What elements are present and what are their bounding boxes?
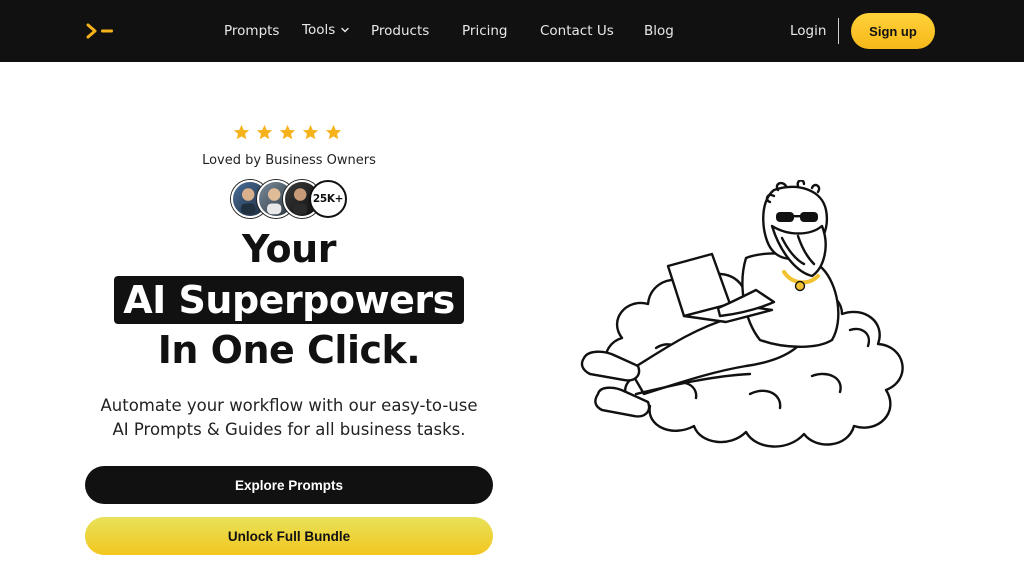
headline-line-1: Your bbox=[242, 227, 336, 271]
headline-highlight: AI Superpowers bbox=[114, 276, 464, 324]
star-icon bbox=[279, 124, 296, 140]
headline-line-2: AI Superpowers bbox=[0, 276, 578, 324]
login-link[interactable]: Login bbox=[790, 22, 826, 40]
rating-stars bbox=[233, 124, 342, 141]
nav-link-prompts[interactable]: Prompts bbox=[224, 22, 279, 40]
user-count-badge: 25K+ bbox=[309, 180, 347, 218]
subheadline-line-2: AI Prompts & Guides for all business tas… bbox=[112, 420, 466, 439]
star-icon bbox=[233, 124, 250, 140]
explore-prompts-button[interactable]: Explore Prompts bbox=[85, 466, 493, 504]
subheadline-line-1: Automate your workflow with our easy-to-… bbox=[100, 396, 478, 415]
top-nav: Prompts Tools Products Pricing Contact U… bbox=[0, 0, 1024, 62]
chevron-down-icon bbox=[341, 27, 349, 33]
nav-divider bbox=[838, 18, 839, 44]
loved-by-text: Loved by Business Owners bbox=[202, 153, 376, 168]
headline-line-3: In One Click. bbox=[157, 328, 421, 372]
star-icon bbox=[302, 124, 319, 140]
star-icon bbox=[256, 124, 273, 140]
nav-link-blog[interactable]: Blog bbox=[644, 22, 674, 40]
unlock-bundle-button[interactable]: Unlock Full Bundle bbox=[85, 517, 493, 555]
star-icon bbox=[325, 124, 342, 140]
nav-link-products[interactable]: Products bbox=[371, 22, 429, 40]
avatar-stack: 25K+ bbox=[231, 180, 351, 218]
signup-button[interactable]: Sign up bbox=[851, 13, 935, 49]
logo-icon[interactable] bbox=[86, 22, 116, 40]
nav-link-tools[interactable]: Tools bbox=[302, 21, 349, 39]
hero-illustration bbox=[580, 180, 904, 448]
nav-link-contact[interactable]: Contact Us bbox=[540, 22, 614, 40]
nav-link-pricing[interactable]: Pricing bbox=[462, 22, 508, 40]
nav-link-tools-label: Tools bbox=[302, 22, 336, 38]
